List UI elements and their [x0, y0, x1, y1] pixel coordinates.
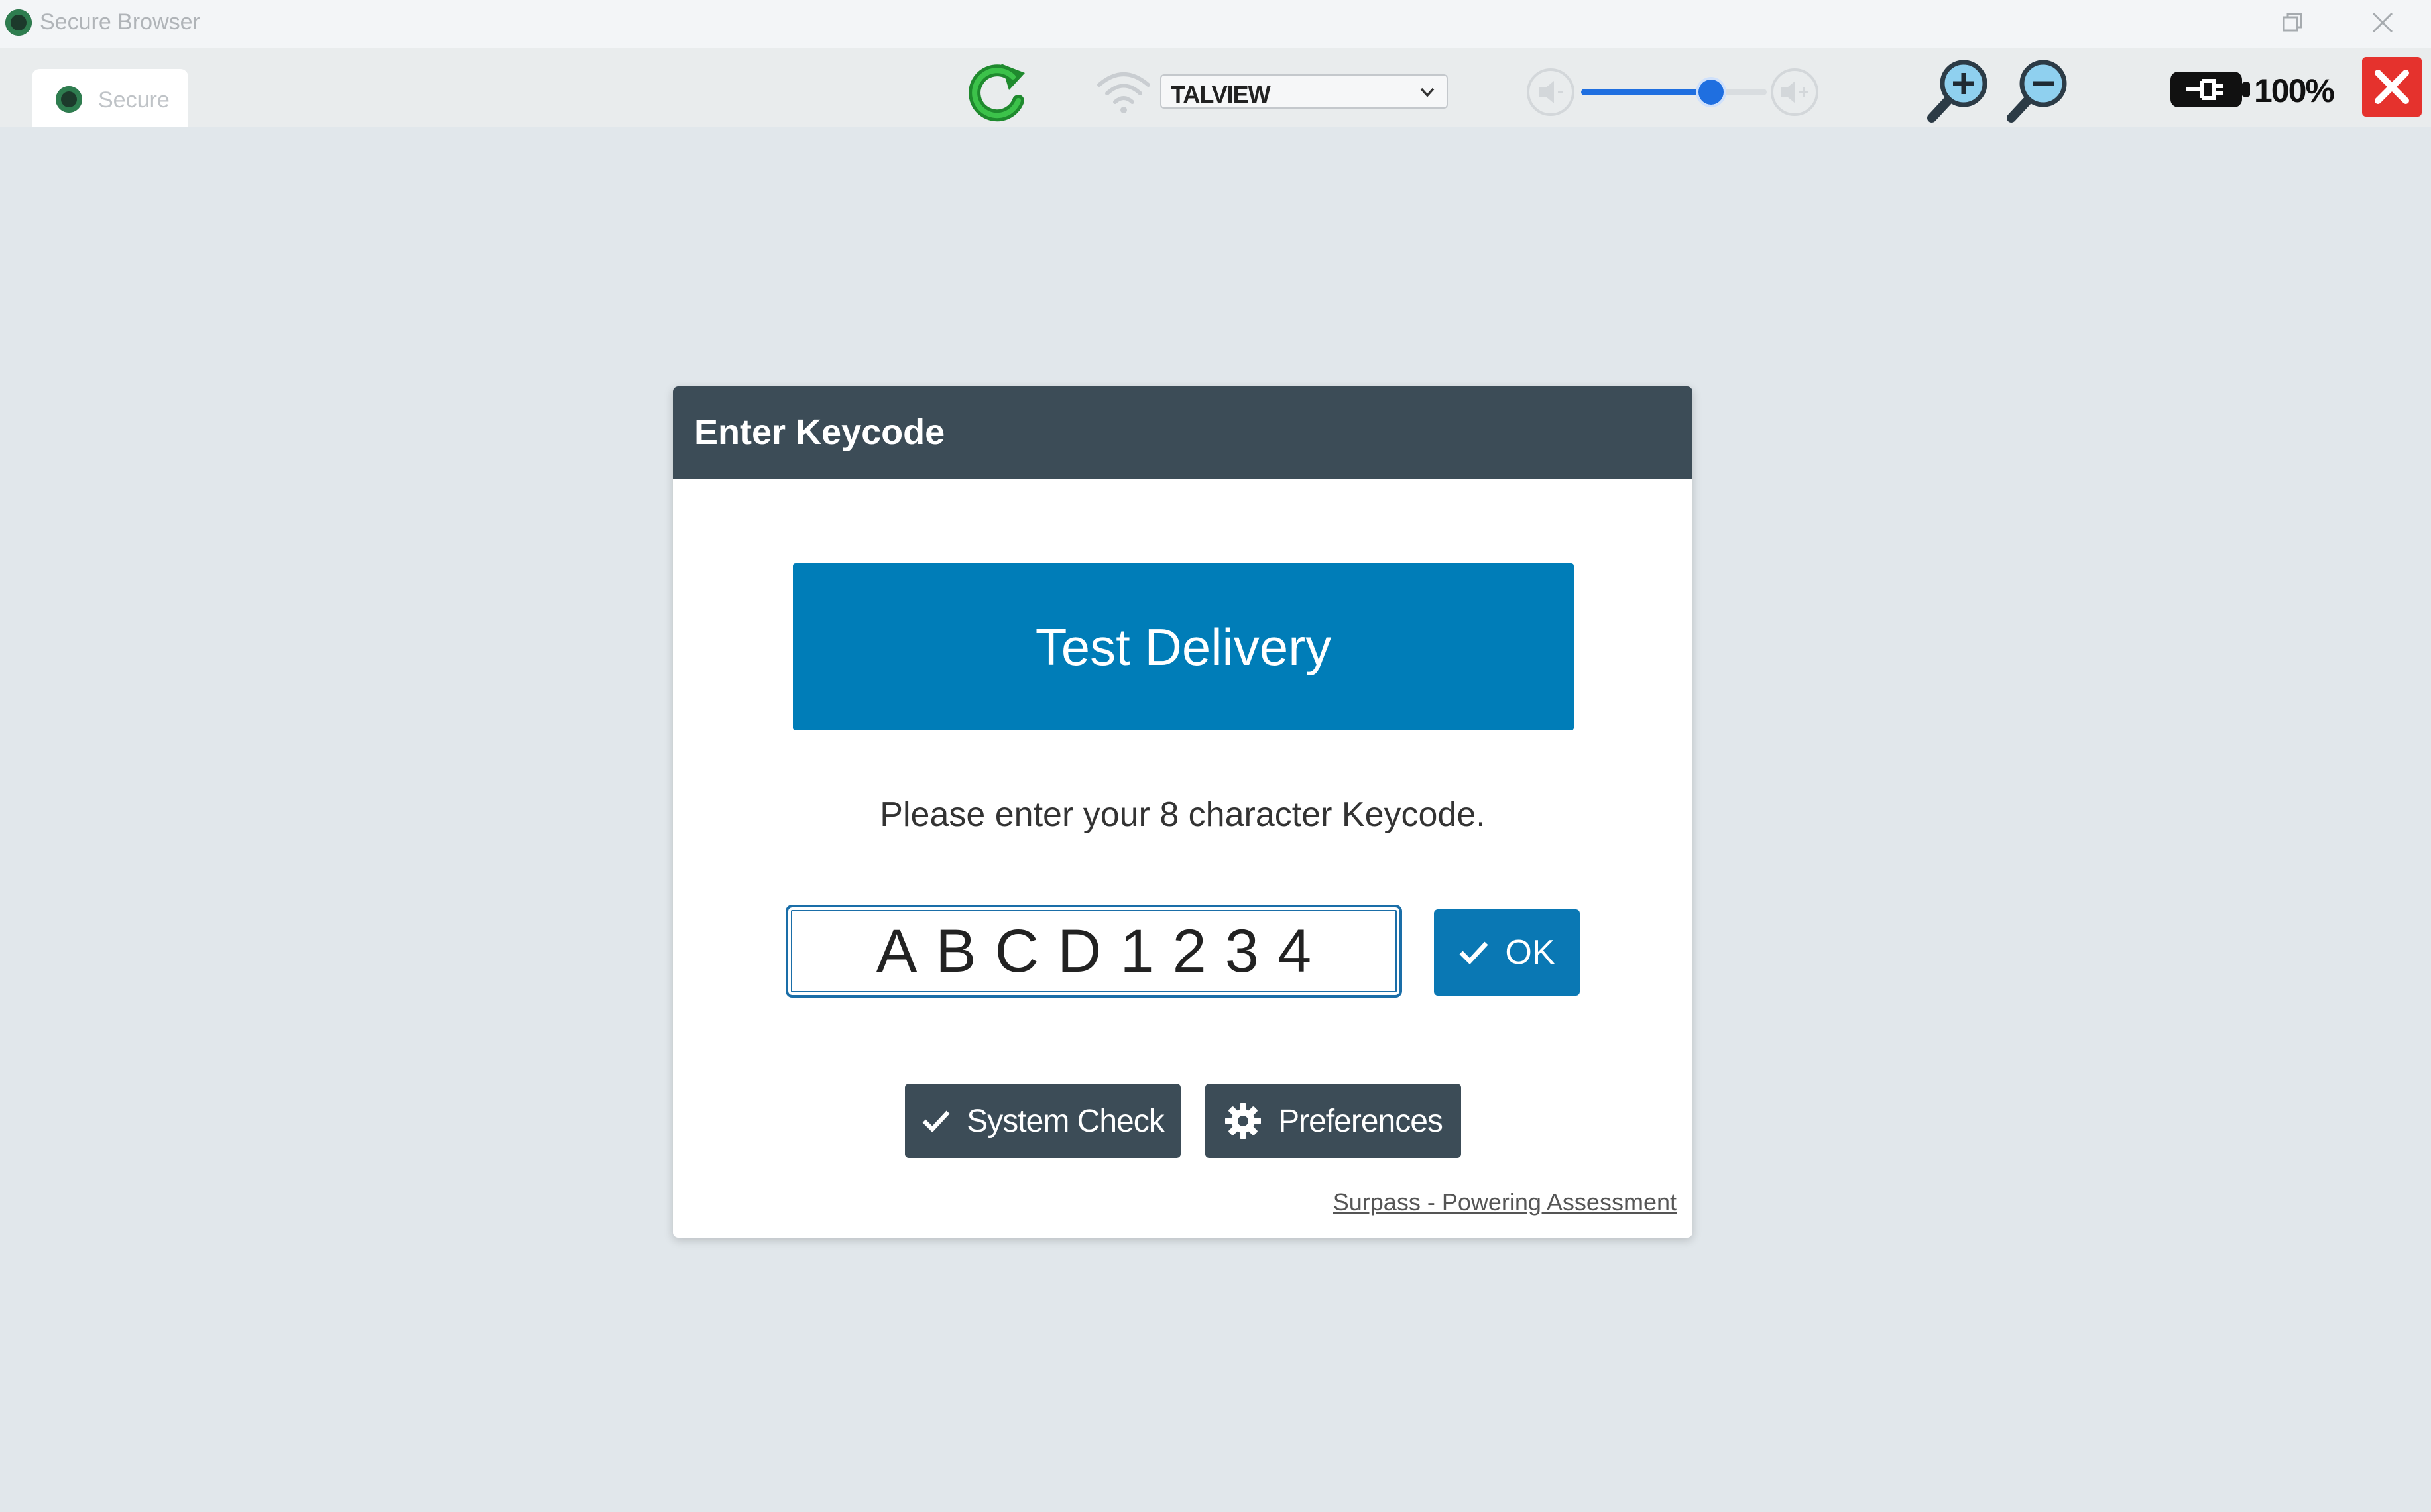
- wifi-icon: [1097, 72, 1150, 113]
- gear-icon: [1225, 1103, 1262, 1139]
- volume-down-icon: [1527, 68, 1574, 116]
- volume-up-button[interactable]: [1769, 66, 1820, 118]
- dialog-header: Enter Keycode: [673, 386, 1692, 479]
- keycode-dialog: Enter Keycode Test Delivery Please enter…: [673, 386, 1692, 1238]
- secure-browser-logo-icon: [56, 86, 82, 113]
- zoom-level-label: 100%: [2254, 72, 2335, 109]
- system-check-button[interactable]: System Check: [905, 1084, 1181, 1158]
- dialog-title: Enter Keycode: [694, 412, 945, 452]
- chevron-down-icon: [1420, 87, 1435, 97]
- zoom-in-button[interactable]: [1923, 57, 1995, 126]
- reload-icon: [969, 64, 1025, 122]
- preferences-button[interactable]: Preferences: [1205, 1084, 1461, 1158]
- network-select[interactable]: TALVIEW: [1160, 74, 1448, 109]
- close-icon: [2372, 12, 2393, 33]
- volume-up-icon: [1771, 68, 1818, 116]
- ok-button[interactable]: OK: [1434, 909, 1580, 996]
- zoom-out-icon: [2007, 60, 2067, 123]
- zoom-in-icon: [1927, 60, 1987, 123]
- close-window-button[interactable]: [2356, 4, 2409, 41]
- check-icon: [922, 1110, 950, 1133]
- wifi-status: [1094, 65, 1154, 118]
- browser-tab[interactable]: Secure: [32, 69, 188, 127]
- volume-slider-thumb[interactable]: [1698, 80, 1724, 105]
- restore-window-button[interactable]: [2266, 4, 2319, 41]
- battery-status: [2168, 66, 2254, 113]
- ok-button-label: OK: [1505, 933, 1555, 972]
- window-title: Secure Browser: [40, 9, 200, 34]
- secure-browser-logo-icon: [5, 9, 32, 36]
- battery-charging-icon: [2170, 72, 2250, 107]
- surpass-footer-link[interactable]: Surpass - Powering Assessment: [1333, 1189, 1677, 1216]
- network-select-value: TALVIEW: [1171, 81, 1271, 108]
- system-check-label: System Check: [967, 1103, 1164, 1139]
- check-icon: [1459, 941, 1488, 965]
- keycode-instruction: Please enter your 8 character Keycode.: [880, 795, 1486, 834]
- close-icon: [2375, 70, 2409, 104]
- volume-slider[interactable]: [1581, 80, 1767, 105]
- tab-label: Secure: [98, 87, 170, 113]
- volume-down-button[interactable]: [1525, 66, 1576, 118]
- restore-icon: [2283, 13, 2302, 32]
- keycode-input[interactable]: [786, 905, 1402, 998]
- reload-button[interactable]: [961, 60, 1034, 126]
- preferences-label: Preferences: [1278, 1103, 1443, 1139]
- zoom-out-button[interactable]: [2002, 57, 2075, 126]
- test-delivery-banner: Test Delivery: [793, 563, 1574, 730]
- close-app-button[interactable]: [2362, 57, 2422, 117]
- volume-slider-fill: [1581, 89, 1711, 95]
- window-titlebar: Secure Browser: [0, 0, 2431, 48]
